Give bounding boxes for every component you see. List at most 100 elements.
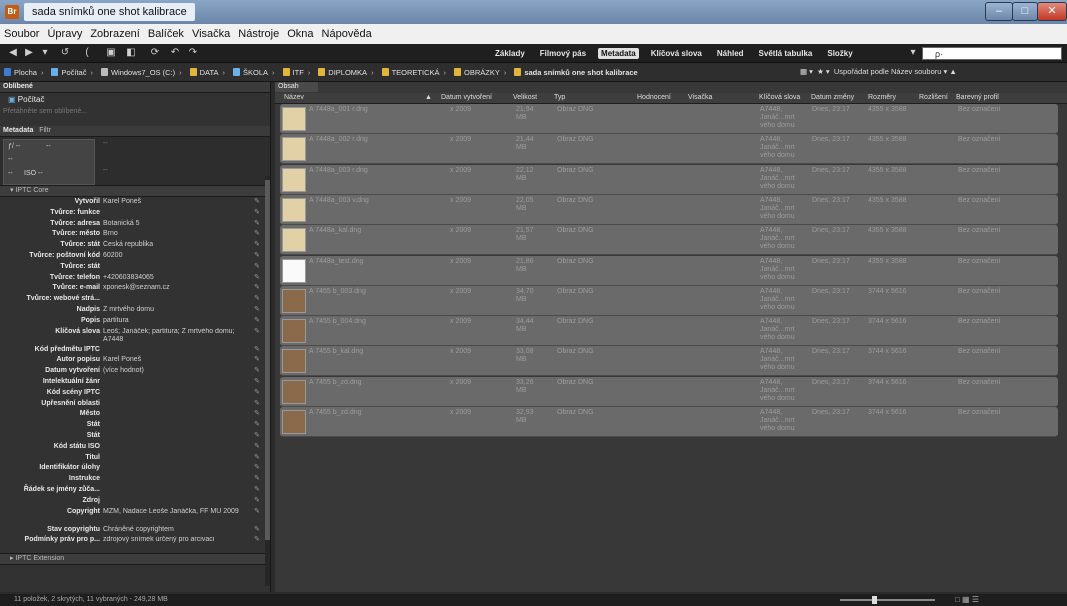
table-row[interactable]: A 7455 b_003.dng x 2009 34,70 MB Obraz DNG A… xyxy=(280,285,1058,316)
iptc-field-row[interactable]: Tvůrce: telefon +420603834065 ✎ xyxy=(0,273,270,284)
iptc-field-value[interactable]: 60200 xyxy=(103,251,248,262)
iptc-field-row[interactable]: Stát ✎ xyxy=(0,431,270,442)
table-row[interactable]: A 7455 b_004.dng x 2009 34,44 MB Obraz DNG A… xyxy=(280,316,1058,347)
filter-icon[interactable]: ▦ ▾ xyxy=(800,67,813,76)
col-datum-vytvoreni[interactable]: Datum vytvoření xyxy=(441,93,492,103)
col-nazev[interactable]: Název xyxy=(284,93,304,103)
edit-pencil-icon[interactable]: ✎ xyxy=(254,240,260,251)
col-visacka[interactable]: Visačka xyxy=(688,93,712,103)
edit-pencil-icon[interactable]: ✎ xyxy=(254,251,260,262)
iptc-field-value[interactable]: zdrojový snímek určený pro arcivaci xyxy=(103,536,248,544)
iptc-field-row[interactable]: Tvůrce: e-mail xponesk@seznam.cz ✎ xyxy=(0,283,270,294)
iptc-field-row[interactable]: Tvůrce: adresa Botanická 5 ✎ xyxy=(0,219,270,230)
menu-soubor[interactable]: Soubor xyxy=(0,28,43,40)
iptc-field-value[interactable]: partitura xyxy=(103,316,248,327)
workspace-slozky[interactable]: Složky xyxy=(824,48,855,59)
table-row[interactable]: A 7455 b_zd.dng x 2009 32,93 MB Obraz DNG A7… xyxy=(280,407,1058,437)
edit-pencil-icon[interactable]: ✎ xyxy=(254,366,260,377)
iptc-extension-header[interactable]: ▸ IPTC Extension xyxy=(0,553,270,566)
iptc-field-row[interactable]: Nadpis Z mrtvého domu ✎ xyxy=(0,305,270,316)
iptc-field-row[interactable]: Tvůrce: funkce ✎ xyxy=(0,208,270,219)
edit-pencil-icon[interactable]: ✎ xyxy=(254,345,260,356)
workspace-zaklady[interactable]: Základy xyxy=(492,48,528,59)
iptc-field-row[interactable]: Zdroj ✎ xyxy=(0,496,270,507)
iptc-field-value[interactable]: Česká republika xyxy=(103,240,248,251)
iptc-field-row[interactable]: Podmínky práv pro p... zdrojový snímek ur… xyxy=(0,535,270,553)
edit-pencil-icon[interactable]: ✎ xyxy=(254,229,260,240)
edit-pencil-icon[interactable]: ✎ xyxy=(254,377,260,388)
iptc-field-row[interactable]: Město ✎ xyxy=(0,409,270,420)
rotate-icon[interactable]: ⟳ xyxy=(148,46,162,60)
workspace-nahled[interactable]: Náhled xyxy=(714,48,747,59)
menu-okna[interactable]: Okna xyxy=(283,28,317,40)
file-thumbnail[interactable] xyxy=(282,258,306,283)
iptc-field-row[interactable]: Upřesnění oblasti ✎ xyxy=(0,399,270,410)
crumb-data[interactable]: DATA xyxy=(186,68,219,77)
col-klicova-slova[interactable]: Klíčová slova xyxy=(759,93,800,103)
workspace-klicova-slova[interactable]: Klíčová slova xyxy=(648,48,705,59)
tab-oblibene[interactable]: Oblíbené xyxy=(0,82,270,93)
crumb-diplomka[interactable]: DIPLOMKA xyxy=(314,68,367,77)
table-row[interactable]: A 7448a_003 v.dng x 2009 22,05 MB Obraz DNG… xyxy=(280,194,1058,225)
menu-zobrazeni[interactable]: Zobrazení xyxy=(86,28,144,40)
iptc-field-row[interactable]: Kód scény IPTC ✎ xyxy=(0,388,270,399)
workspace-filmovy-pas[interactable]: Filmový pás xyxy=(537,48,589,59)
edit-pencil-icon[interactable]: ✎ xyxy=(254,431,260,442)
edit-pencil-icon[interactable]: ✎ xyxy=(254,420,260,431)
left-scrollbar-thumb[interactable] xyxy=(265,180,270,540)
table-row[interactable]: A 7448a_001 r.dng x 2009 21,94 MB Obraz DNG… xyxy=(280,104,1058,134)
iptc-field-row[interactable]: Datum vytvoření (více hodnot) ✎ xyxy=(0,366,270,377)
forward-arrow-icon[interactable]: ▶ xyxy=(22,46,36,60)
edit-pencil-icon[interactable]: ✎ xyxy=(254,485,260,496)
edit-pencil-icon[interactable]: ✎ xyxy=(254,399,260,410)
table-row[interactable]: A 7448a_test.dng x 2009 21,86 MB Obraz DNG A… xyxy=(280,255,1058,286)
table-row[interactable]: A 7448a_003 r.dng x 2009 22,12 MB Obraz DNG… xyxy=(280,164,1058,195)
file-thumbnail[interactable] xyxy=(282,228,306,253)
file-thumbnail[interactable] xyxy=(282,288,306,313)
file-thumbnail[interactable] xyxy=(282,410,306,434)
edit-pencil-icon[interactable]: ✎ xyxy=(254,388,260,399)
edit-pencil-icon[interactable]: ✎ xyxy=(254,208,260,219)
file-thumbnail[interactable] xyxy=(282,167,306,192)
iptc-field-row[interactable]: Vytvořil Karel Poneš ✎ xyxy=(0,197,270,208)
camera-icon[interactable]: ▣ xyxy=(104,46,118,60)
table-row[interactable]: A 7448a_kal.dng x 2009 21,57 MB Obraz DNG A7… xyxy=(280,225,1058,256)
sort-arrow-icon[interactable]: ▲ xyxy=(425,93,432,103)
crumb-windows[interactable]: Windows7_OS (C:) xyxy=(97,68,175,77)
edit-pencil-icon[interactable]: ✎ xyxy=(254,507,260,518)
table-row[interactable]: A 7455 b_zd.dng x 2009 33,26 MB Obraz DNG A7… xyxy=(280,376,1058,407)
iptc-field-value[interactable]: (více hodnot) xyxy=(103,366,248,377)
crumb-teoreticka[interactable]: TEORETICKÁ xyxy=(378,68,440,77)
edit-pencil-icon[interactable]: ✎ xyxy=(254,496,260,507)
workspace-dropdown-icon[interactable]: ▾ xyxy=(906,46,920,60)
crumb-plocha[interactable]: Plocha xyxy=(0,68,37,77)
edit-pencil-icon[interactable]: ✎ xyxy=(254,535,260,546)
iptc-field-value[interactable]: xponesk@seznam.cz xyxy=(103,283,248,294)
file-thumbnail[interactable] xyxy=(282,137,306,162)
tab-obsah[interactable]: Obsah xyxy=(275,82,318,92)
file-thumbnail[interactable] xyxy=(282,197,306,222)
iptc-field-row[interactable]: Stav copyrightu Chráněné copyrightem ✎ xyxy=(0,525,270,536)
iptc-field-row[interactable]: Klíčová slova Leoš; Janáček; partitura; Z… xyxy=(0,327,270,345)
iptc-field-row[interactable]: Autor popisu Karel Poneš ✎ xyxy=(0,355,270,366)
favorite-pocitac[interactable]: ▣ Počítač xyxy=(0,93,270,107)
iptc-field-row[interactable]: Kód státu ISO ✎ xyxy=(0,442,270,453)
iptc-field-row[interactable]: Tvůrce: město Brno ✎ xyxy=(0,229,270,240)
workspace-svetla-tabulka[interactable]: Světlá tabulka xyxy=(756,48,816,59)
close-button[interactable]: ✕ xyxy=(1037,2,1067,21)
star-icon[interactable]: ★ ▾ xyxy=(817,67,830,76)
crumb-pocitac[interactable]: Počítač xyxy=(47,68,86,77)
menu-nastroje[interactable]: Nástroje xyxy=(234,28,283,40)
edit-pencil-icon[interactable]: ✎ xyxy=(254,463,260,474)
iptc-field-value[interactable]: +420603834065 xyxy=(103,273,248,284)
iptc-field-value[interactable]: Karel Poneš xyxy=(103,197,248,208)
crumb-current[interactable]: sada snímků one shot kalibrace xyxy=(510,68,638,77)
col-velikost[interactable]: Velikost xyxy=(513,93,537,103)
table-row[interactable]: A 7455 b_kal.dng x 2009 33,08 MB Obraz DNG A… xyxy=(280,346,1058,377)
table-row[interactable]: A 7448a_002 r.dng x 2009 21,44 MB Obraz DNG… xyxy=(280,134,1058,165)
iptc-field-row[interactable]: Tvůrce: webové strá... ✎ xyxy=(0,294,270,305)
edit-pencil-icon[interactable]: ✎ xyxy=(254,294,260,305)
zoom-slider[interactable] xyxy=(840,599,935,601)
edit-pencil-icon[interactable]: ✎ xyxy=(254,283,260,294)
dropdown-icon[interactable]: ▾ xyxy=(38,46,52,60)
